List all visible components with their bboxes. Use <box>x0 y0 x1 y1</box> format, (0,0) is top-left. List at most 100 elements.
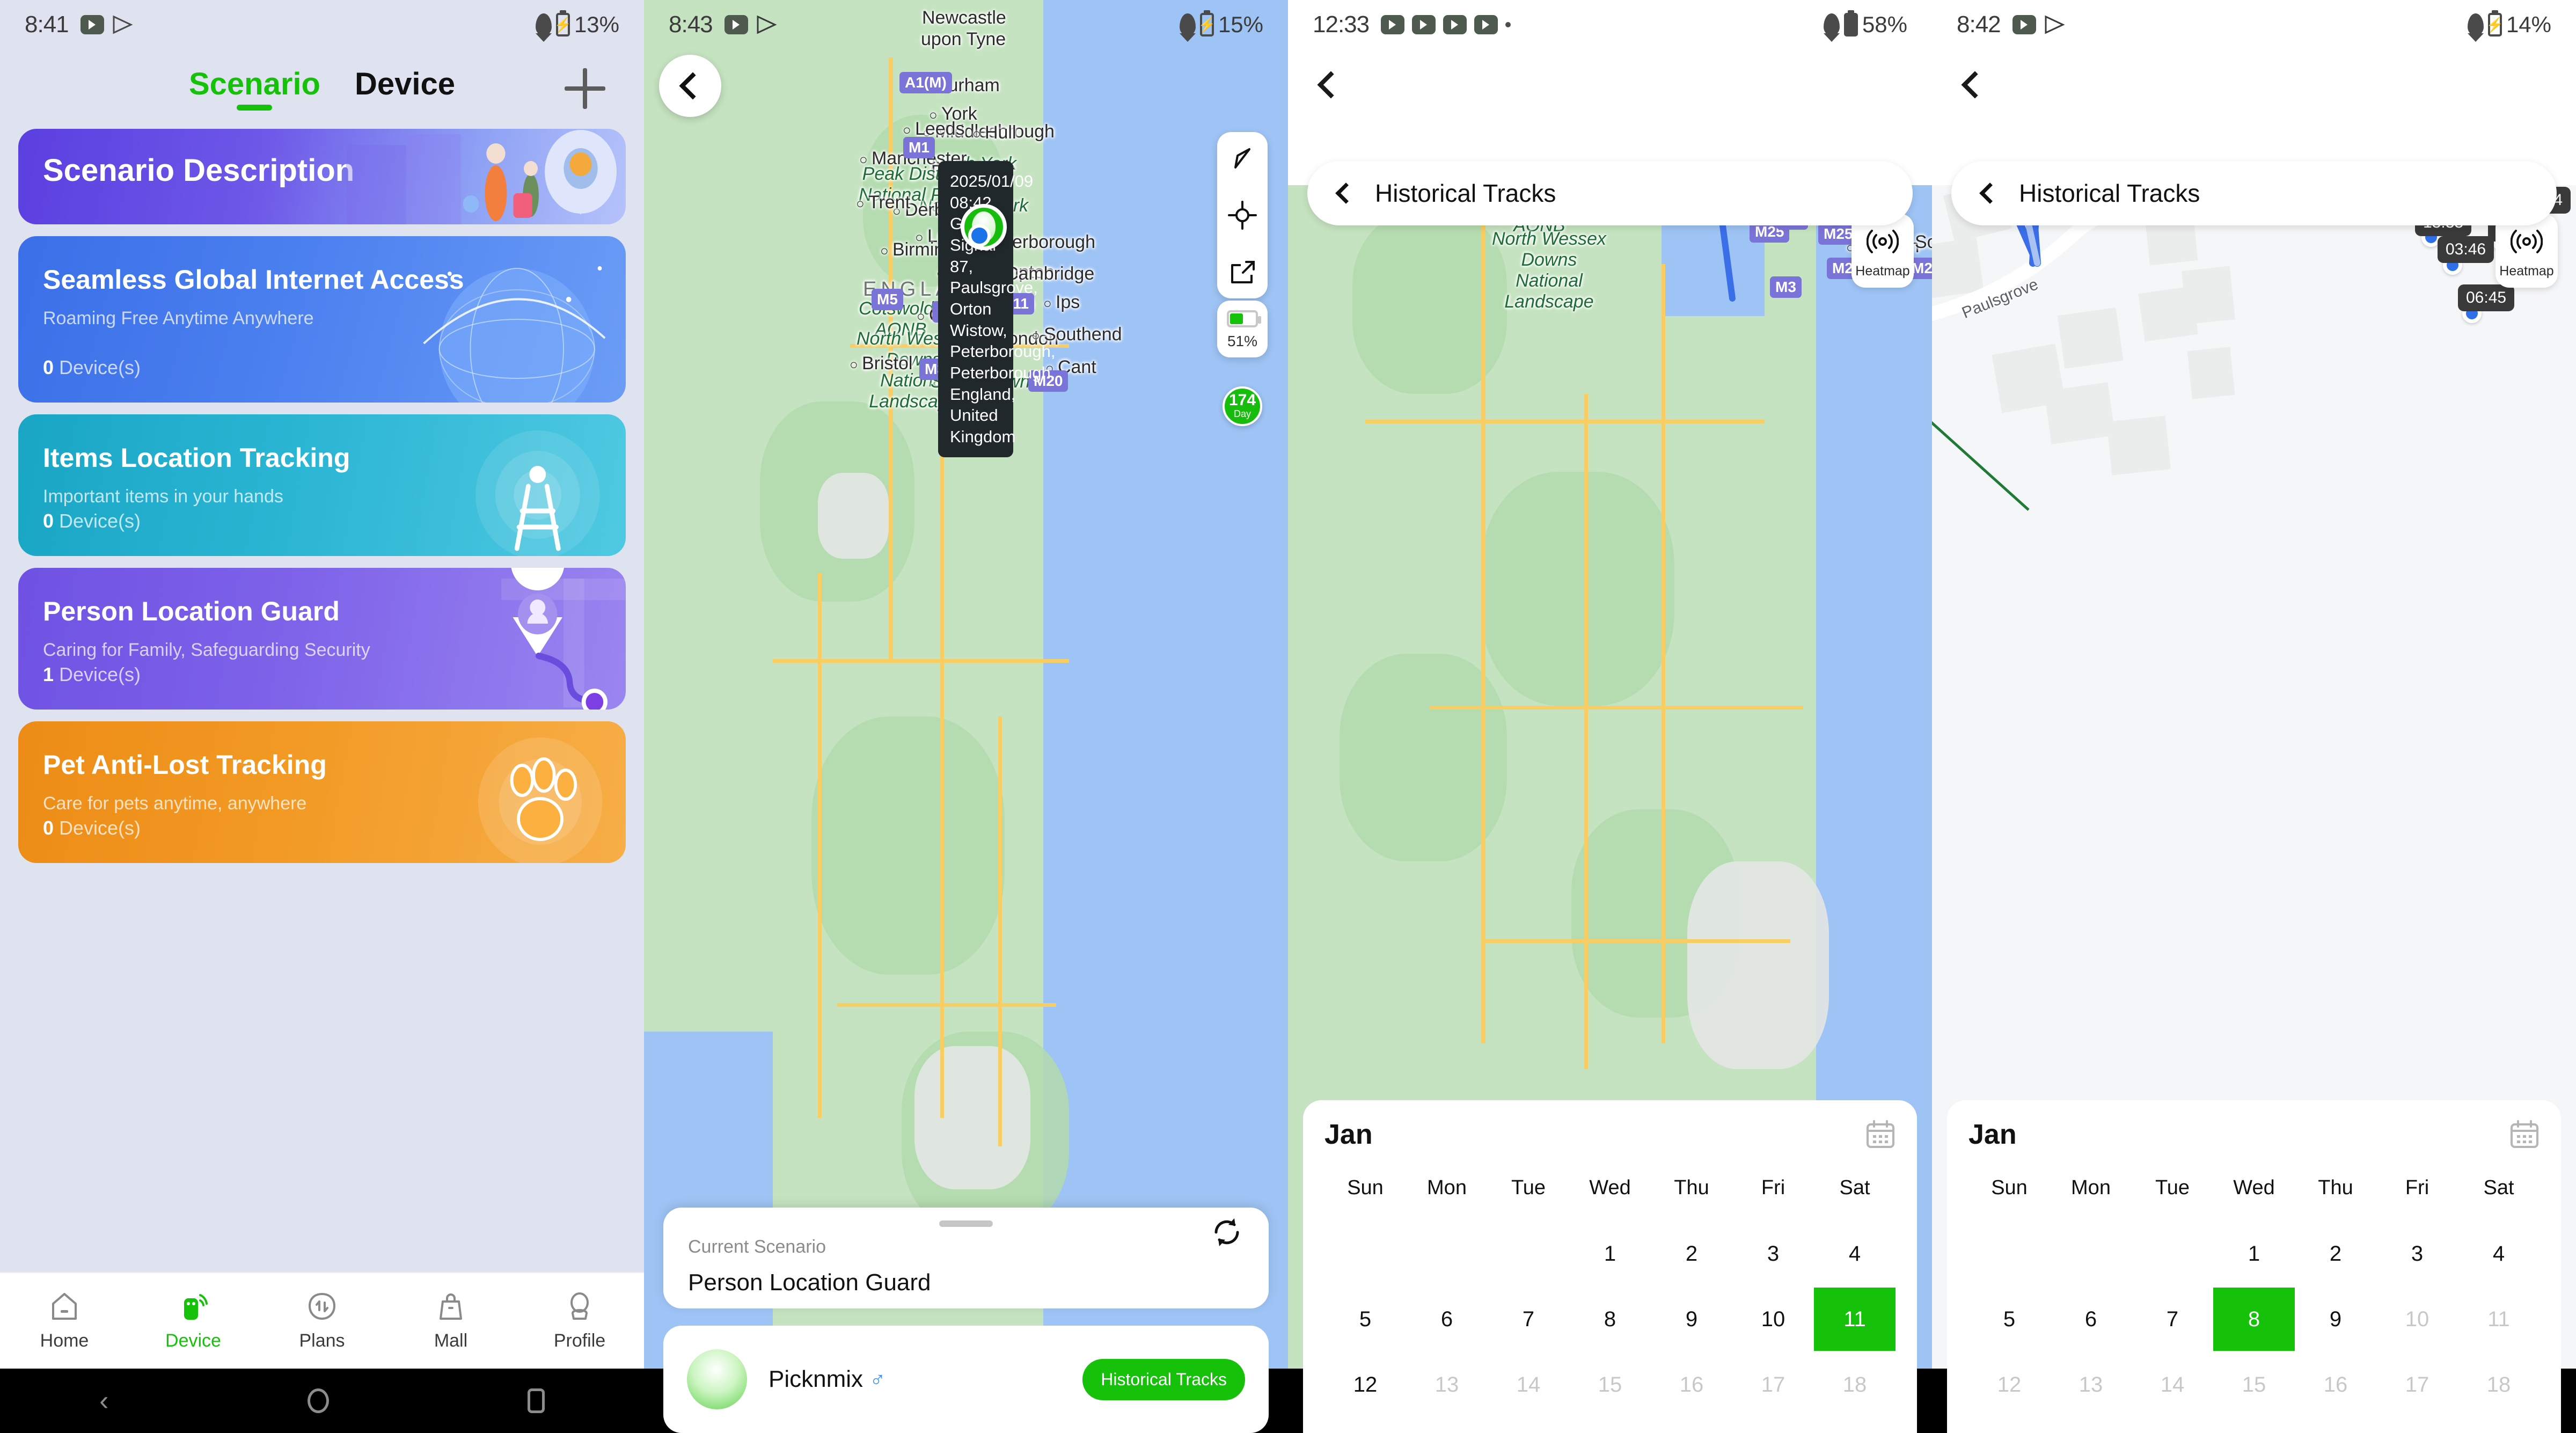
motorway-badge: M1 <box>903 137 935 158</box>
share-icon[interactable] <box>1228 258 1257 287</box>
calendar-day-cell[interactable]: 23 <box>1651 1419 1732 1433</box>
calendar-day-cell[interactable]: 21 <box>1488 1419 1569 1433</box>
calendar-day-cell[interactable]: 9 <box>1651 1288 1732 1351</box>
calendar-day-cell[interactable]: 23 <box>2295 1419 2376 1433</box>
calendar-day-cell[interactable]: 22 <box>1569 1419 1651 1433</box>
calendar-day-cell[interactable]: 11 <box>2458 1288 2540 1351</box>
nav-item-profile[interactable]: Profile <box>515 1291 644 1351</box>
calendar-day-cell[interactable]: 25 <box>1814 1419 1896 1433</box>
page-title: Historical Tracks <box>1375 179 1556 207</box>
track-time-label[interactable]: 03:46 <box>2438 236 2494 263</box>
calendar-day-cell[interactable]: 18 <box>1814 1353 1896 1416</box>
refresh-icon[interactable] <box>1211 1216 1243 1248</box>
calendar-day-cell[interactable]: 13 <box>2050 1353 2132 1416</box>
calendar-day-cell[interactable]: 6 <box>2050 1288 2132 1351</box>
calendar-day-cell[interactable]: 5 <box>1968 1288 2050 1351</box>
calendar-day-cell[interactable]: 25 <box>2458 1419 2540 1433</box>
calendar-day-cell[interactable]: 17 <box>1732 1353 1814 1416</box>
tabs: Scenario Device <box>189 66 455 111</box>
add-button[interactable] <box>565 68 605 109</box>
calendar-day-cell[interactable]: 3 <box>1732 1222 1814 1285</box>
calendar-day-cell[interactable]: 7 <box>1488 1288 1569 1351</box>
scenario-card-person[interactable]: Person Location Guard Caring for Family,… <box>18 568 626 710</box>
day-count-value: 174 <box>1228 391 1256 410</box>
tower-illustration <box>346 414 626 556</box>
calendar-day-cell[interactable]: 16 <box>2295 1353 2376 1416</box>
calendar-day-cell[interactable]: 19 <box>1968 1419 2050 1433</box>
calendar-day-cell[interactable]: 20 <box>1406 1419 1488 1433</box>
calendar-day-cell[interactable]: 2 <box>2295 1222 2376 1285</box>
play-icon <box>1443 15 1467 34</box>
calendar-day-cell[interactable]: 10 <box>2376 1288 2458 1351</box>
count-unit: Device(s) <box>54 663 141 685</box>
tab-device[interactable]: Device <box>355 66 455 111</box>
navigate-icon[interactable] <box>1228 144 1257 173</box>
calendar-day-cell[interactable]: 13 <box>1406 1353 1488 1416</box>
calendar-icon[interactable] <box>1865 1120 1896 1149</box>
calendar-dow: Sat <box>2483 1176 2514 1199</box>
calendar-day-cell[interactable]: 4 <box>2458 1222 2540 1285</box>
calendar-day-cell[interactable]: 16 <box>1651 1353 1732 1416</box>
sheet-grabber[interactable] <box>939 1220 993 1227</box>
calendar-day-cell[interactable]: 12 <box>1324 1353 1406 1416</box>
back-icon[interactable] <box>1335 182 1357 204</box>
calendar-day-cell[interactable]: 8 <box>2213 1288 2295 1351</box>
calendar-day-cell[interactable]: 1 <box>1569 1222 1651 1285</box>
nav-item-device[interactable]: Device <box>129 1291 258 1351</box>
nav-item-home[interactable]: Home <box>0 1291 129 1351</box>
calendar-day-cell[interactable]: 20 <box>2050 1419 2132 1433</box>
status-right-cluster: ⚡ 15% <box>1179 12 1263 38</box>
system-back-button[interactable] <box>1316 71 1345 99</box>
calendar-day-cell[interactable]: 11 <box>1814 1288 1896 1351</box>
scenario-card-internet[interactable]: Seamless Global Internet Access Roaming … <box>18 236 626 403</box>
calendar-day-cell[interactable]: 21 <box>2132 1419 2213 1433</box>
calendar-day-cell[interactable]: 14 <box>2132 1353 2213 1416</box>
calendar-day-cell[interactable]: 9 <box>2295 1288 2376 1351</box>
calendar-day-cell[interactable]: 24 <box>1732 1419 1814 1433</box>
sheet-label: Current Scenario <box>688 1237 826 1257</box>
calendar-day-cell[interactable]: 24 <box>2376 1419 2458 1433</box>
calendar-day-cell[interactable]: 8 <box>1569 1288 1651 1351</box>
calendar-day-cell[interactable]: 15 <box>2213 1353 2295 1416</box>
calendar-day-cell[interactable]: 2 <box>1651 1222 1732 1285</box>
back-icon[interactable]: ‹ <box>99 1385 108 1417</box>
location-pin-icon <box>1823 13 1840 36</box>
calendar-day-cell[interactable]: 19 <box>1324 1419 1406 1433</box>
calendar-day-cell[interactable]: 6 <box>1406 1288 1488 1351</box>
back-button[interactable] <box>659 55 721 117</box>
tab-scenario[interactable]: Scenario <box>189 66 320 111</box>
calendar-day-cell[interactable]: 1 <box>2213 1222 2295 1285</box>
home-circle-icon[interactable] <box>307 1388 329 1413</box>
recents-icon[interactable] <box>527 1388 545 1413</box>
calendar-day-cell[interactable]: 5 <box>1324 1288 1406 1351</box>
calendar-day-cell[interactable]: 12 <box>1968 1353 2050 1416</box>
calendar-day-cell[interactable]: 7 <box>2132 1288 2213 1351</box>
play-icon <box>724 15 748 34</box>
calendar-day-cell[interactable]: 15 <box>1569 1353 1651 1416</box>
calendar-dow: Tue <box>2155 1176 2190 1199</box>
calendar-icon[interactable] <box>2509 1120 2540 1149</box>
nav-label: Plans <box>299 1330 345 1351</box>
scenario-card-pet[interactable]: Pet Anti-Lost Tracking Care for pets any… <box>18 721 626 863</box>
historical-tracks-button[interactable]: Historical Tracks <box>1082 1358 1245 1400</box>
calendar-day-cell[interactable]: 4 <box>1814 1222 1896 1285</box>
back-icon[interactable] <box>1979 182 2001 204</box>
calendar-day-cell[interactable]: 3 <box>2376 1222 2458 1285</box>
calendar-day-cell[interactable]: 10 <box>1732 1288 1814 1351</box>
calendar-header: Jan <box>1324 1118 1896 1151</box>
calendar-day-cell[interactable]: 22 <box>2213 1419 2295 1433</box>
map-label: Trent <box>856 192 910 213</box>
scenario-card-items[interactable]: Items Location Tracking Important items … <box>18 414 626 556</box>
locate-icon[interactable] <box>1228 201 1257 230</box>
nav-label: Home <box>40 1330 89 1351</box>
day-counter-badge[interactable]: 174 Day <box>1223 386 1262 426</box>
system-back-button[interactable] <box>1960 71 1989 99</box>
calendar-day-cell[interactable]: 14 <box>1488 1353 1569 1416</box>
nav-item-mall[interactable]: Mall <box>386 1291 515 1351</box>
scenario-description-card[interactable]: Scenario Description <box>18 129 626 224</box>
nav-item-plans[interactable]: Plans <box>258 1291 386 1351</box>
device-name-text: Picknmix <box>769 1366 863 1392</box>
calendar-day-cell[interactable]: 17 <box>2376 1353 2458 1416</box>
calendar-day-cell[interactable]: 18 <box>2458 1353 2540 1416</box>
track-time-label[interactable]: 06:45 <box>2458 284 2515 311</box>
